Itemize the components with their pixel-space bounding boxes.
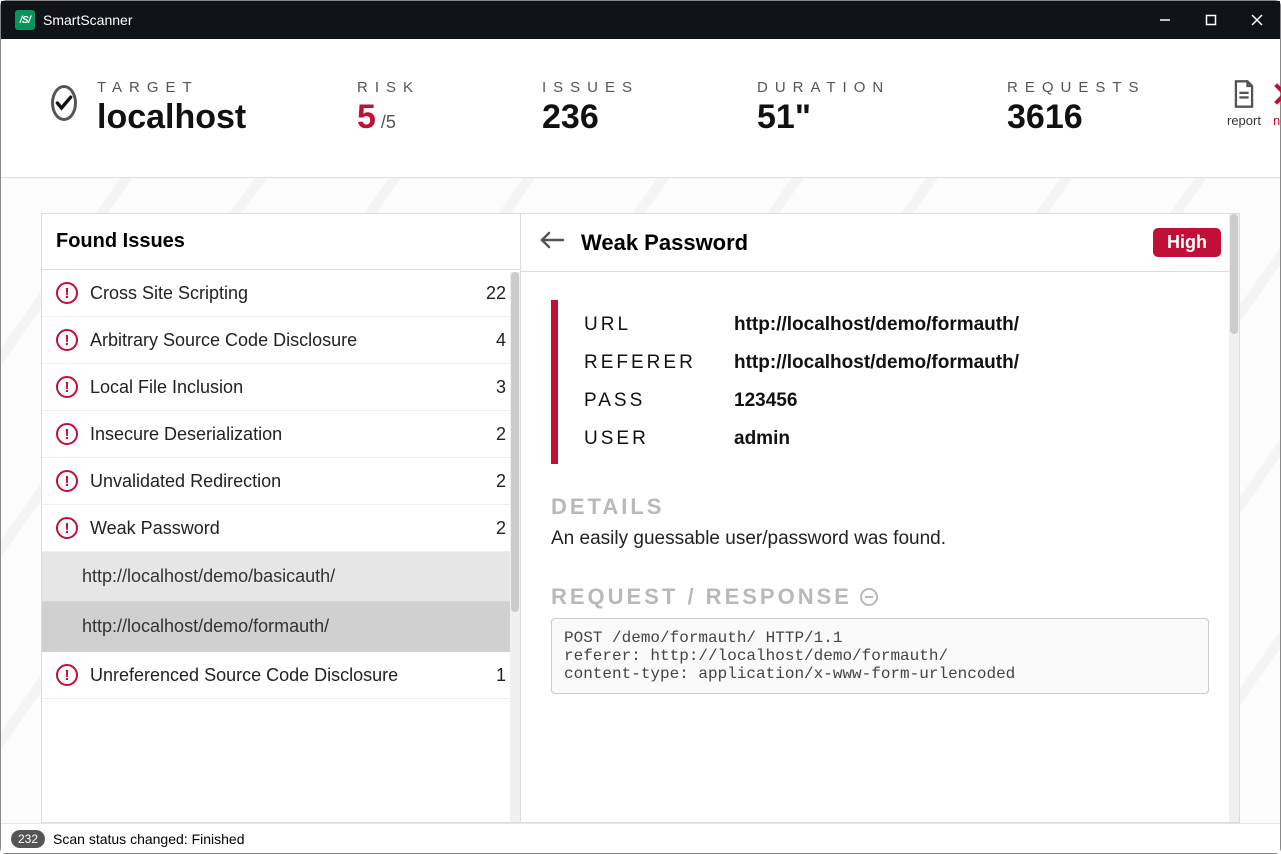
pass-value: 123456: [734, 390, 797, 412]
issue-name: Arbitrary Source Code Disclosure: [90, 330, 484, 351]
alert-icon: !: [56, 376, 78, 398]
severity-badge: High: [1153, 228, 1221, 257]
alert-icon: !: [56, 517, 78, 539]
report-button[interactable]: report: [1227, 79, 1261, 128]
issue-name: Unvalidated Redirection: [90, 471, 484, 492]
user-value: admin: [734, 428, 790, 450]
issue-item-weak-password[interactable]: ! Weak Password 2: [42, 505, 520, 552]
close-button[interactable]: [1234, 1, 1280, 39]
issue-count: 3: [496, 377, 506, 398]
status-count-badge: 232: [11, 830, 45, 848]
url-label: URL: [584, 314, 734, 336]
issue-sub-formauth[interactable]: http://localhost/demo/formauth/: [42, 602, 520, 652]
issue-count: 2: [496, 471, 506, 492]
left-scroll-thumb[interactable]: [511, 272, 519, 612]
right-scrollbar[interactable]: [1229, 214, 1239, 822]
requests-stat: REQUESTS 3616: [1007, 79, 1207, 137]
target-stat: TARGET localhost: [97, 79, 337, 137]
issue-count: 2: [496, 518, 506, 539]
duration-value: 51": [757, 98, 987, 137]
issue-detail-panel: Weak Password High URL http://localhost/…: [521, 213, 1240, 823]
alert-icon: !: [56, 664, 78, 686]
risk-value: 5 /5: [357, 98, 522, 137]
issue-item-unreferenced[interactable]: ! Unreferenced Source Code Disclosure 1: [42, 652, 520, 699]
issues-stat: ISSUES 236: [542, 79, 737, 137]
issue-item-source-disclosure[interactable]: ! Arbitrary Source Code Disclosure 4: [42, 317, 520, 364]
main-body: Found Issues ! Cross Site Scripting 22 !…: [1, 178, 1280, 823]
referer-value: http://localhost/demo/formauth/: [734, 352, 1019, 374]
user-label: USER: [584, 428, 734, 450]
issue-item-redirect[interactable]: ! Unvalidated Redirection 2: [42, 458, 520, 505]
alert-icon: !: [56, 423, 78, 445]
issue-name: Local File Inclusion: [90, 377, 484, 398]
target-label: TARGET: [97, 79, 337, 96]
minimize-button[interactable]: [1142, 1, 1188, 39]
app-title: SmartScanner: [43, 12, 132, 28]
left-scrollbar[interactable]: [510, 272, 520, 822]
issue-name: Insecure Deserialization: [90, 424, 484, 445]
issue-sub-basicauth[interactable]: http://localhost/demo/basicauth/: [42, 552, 520, 602]
alert-icon: !: [56, 470, 78, 492]
info-row-referer: REFERER http://localhost/demo/formauth/: [584, 344, 1209, 382]
info-box: URL http://localhost/demo/formauth/ REFE…: [551, 300, 1209, 464]
target-value: localhost: [97, 98, 337, 137]
reqres-heading[interactable]: REQUEST / RESPONSE: [551, 584, 1209, 610]
info-row-url: URL http://localhost/demo/formauth/: [584, 306, 1209, 344]
details-heading: DETAILS: [551, 494, 1209, 520]
info-row-user: USER admin: [584, 420, 1209, 458]
found-issues-title: Found Issues: [42, 214, 520, 270]
issue-list[interactable]: ! Cross Site Scripting 22 ! Arbitrary So…: [42, 270, 520, 699]
issue-item-lfi[interactable]: ! Local File Inclusion 3: [42, 364, 520, 411]
issue-name: Unreferenced Source Code Disclosure: [90, 665, 484, 686]
risk-label: RISK: [357, 79, 522, 96]
risk-stat: RISK 5 /5: [357, 79, 522, 137]
referer-label: REFERER: [584, 352, 734, 374]
requests-value: 3616: [1007, 98, 1207, 137]
back-button[interactable]: [539, 230, 565, 255]
issue-name: Weak Password: [90, 518, 484, 539]
detail-header: Weak Password High: [521, 214, 1239, 272]
new-scan-button[interactable]: new: [1271, 79, 1281, 128]
issues-value: 236: [542, 98, 737, 137]
duration-label: DURATION: [757, 79, 987, 96]
issue-count: 22: [486, 283, 506, 304]
duration-stat: DURATION 51": [757, 79, 987, 137]
collapse-icon[interactable]: [860, 588, 878, 606]
status-text: Scan status changed: Finished: [53, 831, 244, 847]
detail-body: URL http://localhost/demo/formauth/ REFE…: [521, 272, 1239, 822]
issue-count: 4: [496, 330, 506, 351]
issue-item-xss[interactable]: ! Cross Site Scripting 22: [42, 270, 520, 317]
alert-icon: !: [56, 282, 78, 304]
issue-name: Cross Site Scripting: [90, 283, 474, 304]
scan-complete-icon: [51, 85, 77, 121]
issue-count: 2: [496, 424, 506, 445]
app-icon: /S/: [15, 10, 35, 30]
new-label: new: [1273, 113, 1281, 128]
issues-label: ISSUES: [542, 79, 737, 96]
titlebar: /S/ SmartScanner: [1, 1, 1280, 39]
requests-label: REQUESTS: [1007, 79, 1207, 96]
pass-label: PASS: [584, 390, 734, 412]
detail-title: Weak Password: [581, 230, 1137, 256]
alert-icon: !: [56, 329, 78, 351]
report-label: report: [1227, 113, 1261, 128]
found-issues-panel: Found Issues ! Cross Site Scripting 22 !…: [41, 213, 521, 823]
issue-item-deserialization[interactable]: ! Insecure Deserialization 2: [42, 411, 520, 458]
details-text: An easily guessable user/password was fo…: [551, 528, 1209, 550]
info-row-pass: PASS 123456: [584, 382, 1209, 420]
issue-count: 1: [496, 665, 506, 686]
summary-header: TARGET localhost RISK 5 /5 ISSUES 236 DU…: [1, 39, 1280, 178]
maximize-button[interactable]: [1188, 1, 1234, 39]
url-value: http://localhost/demo/formauth/: [734, 314, 1019, 336]
right-scroll-thumb[interactable]: [1230, 214, 1238, 334]
request-response-box[interactable]: POST /demo/formauth/ HTTP/1.1 referer: h…: [551, 618, 1209, 694]
status-bar: 232 Scan status changed: Finished: [1, 823, 1280, 853]
